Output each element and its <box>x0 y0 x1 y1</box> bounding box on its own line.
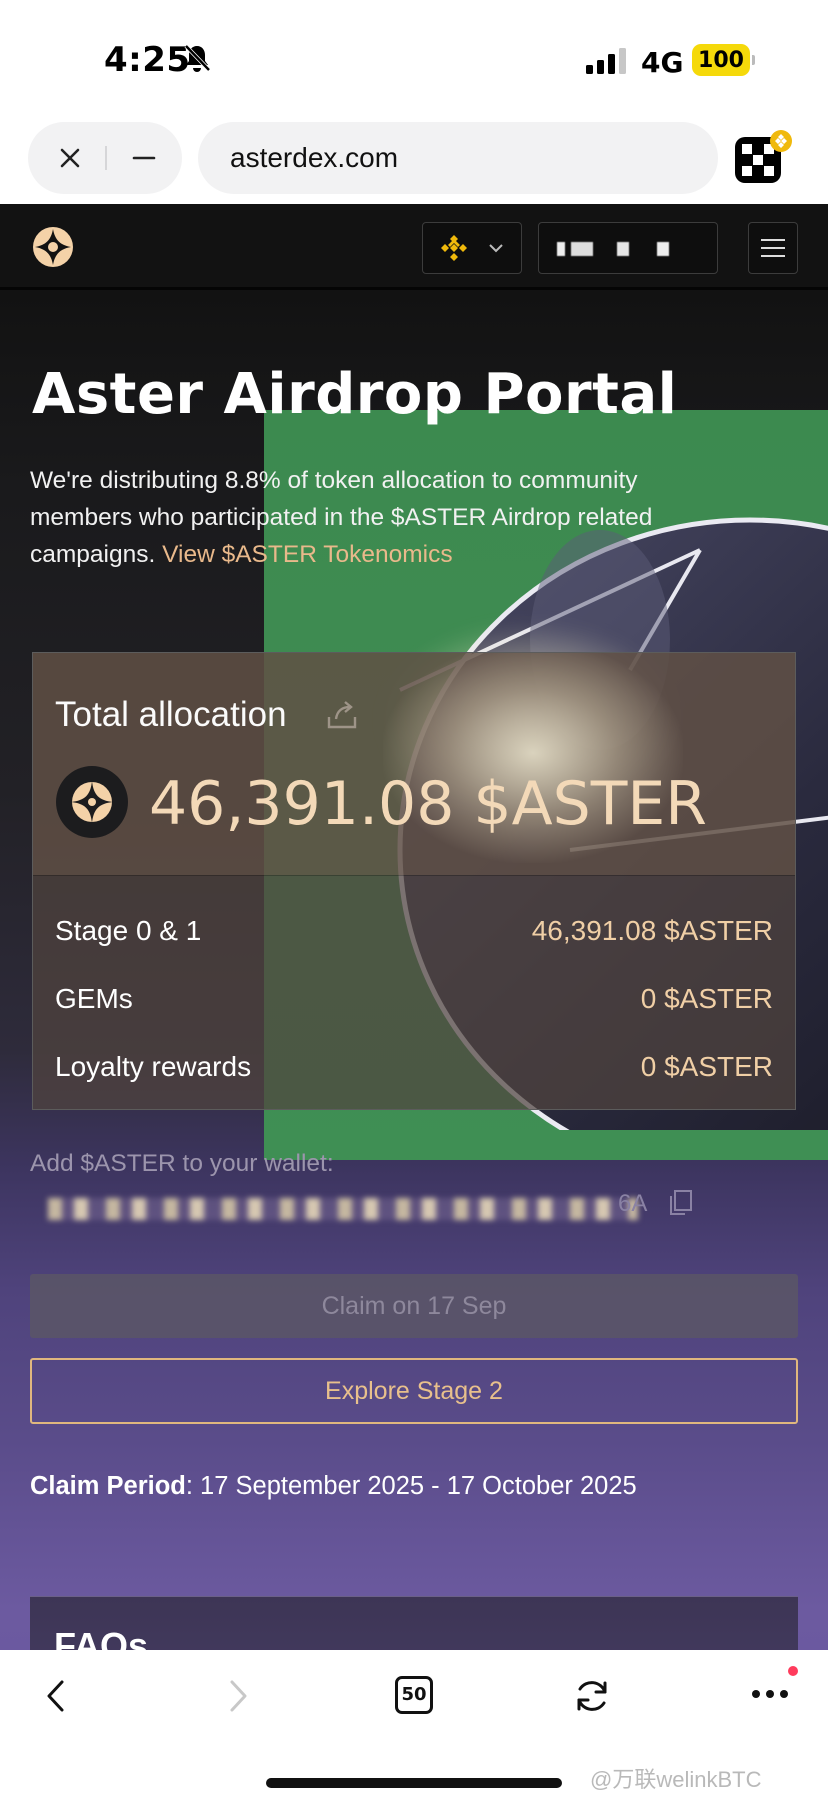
aster-token-icon <box>56 766 128 838</box>
browser-toolbar: 50 @万联welinkBTC <box>0 1650 828 1799</box>
bell-slash-icon <box>184 44 211 72</box>
contract-address-suffix: 6A <box>618 1190 648 1217</box>
add-to-wallet-label: Add $ASTER to your wallet: <box>30 1150 334 1177</box>
close-icon[interactable] <box>56 144 84 172</box>
row-value: 46,391.08 $ASTER <box>531 915 773 946</box>
browser-address-bar: asterdex.com <box>0 112 828 204</box>
signal-icon <box>586 48 626 74</box>
claim-period: Claim Period: 17 September 2025 - 17 Oct… <box>30 1472 637 1501</box>
divider <box>33 875 795 876</box>
home-indicator <box>266 1778 562 1788</box>
intro-text: We're distributing 8.8% of token allocat… <box>30 462 720 573</box>
network-label: 4G <box>641 46 684 79</box>
allocation-total: 46,391.08 $ASTER <box>149 769 707 839</box>
row-label: Stage 0 & 1 <box>55 915 202 946</box>
bnb-icon <box>441 235 467 261</box>
chevron-down-icon <box>489 244 503 253</box>
battery-level: 100 <box>698 47 744 73</box>
status-bar: 4:25 4G 100 <box>0 0 828 112</box>
allocation-row-loyalty: Loyalty rewards 0 $ASTER <box>55 1051 773 1091</box>
claim-period-dates: : 17 September 2025 - 17 October 2025 <box>185 1472 637 1500</box>
copy-icon[interactable] <box>667 1188 695 1216</box>
connected-wallet-button[interactable] <box>538 222 718 274</box>
faq-title: FAQs <box>54 1625 149 1650</box>
battery-indicator: 100 <box>692 44 755 76</box>
chain-selector[interactable] <box>422 222 522 274</box>
allocation-row-gems: GEMs 0 $ASTER <box>55 983 773 1023</box>
hamburger-icon <box>761 239 785 257</box>
contract-address-redacted <box>48 1198 638 1220</box>
explore-stage-button[interactable]: Explore Stage 2 <box>30 1358 798 1424</box>
aster-logo-icon[interactable] <box>32 226 74 268</box>
row-value: 0 $ASTER <box>640 983 773 1014</box>
claim-period-label: Claim Period <box>30 1472 186 1500</box>
claim-button[interactable]: Claim on 17 Sep <box>30 1274 798 1338</box>
wallet-address-redacted <box>553 231 693 265</box>
row-value: 0 $ASTER <box>640 1051 773 1082</box>
minimize-icon[interactable] <box>130 144 158 172</box>
window-controls <box>28 122 182 194</box>
row-label: GEMs <box>55 983 133 1014</box>
watermark: @万联welinkBTC <box>590 1767 762 1792</box>
status-time: 4:25 <box>104 40 191 80</box>
menu-button[interactable] <box>748 222 798 274</box>
tokenomics-link[interactable]: View $ASTER Tokenomics <box>162 541 453 568</box>
more-options-icon[interactable] <box>750 1688 790 1700</box>
back-arrow-icon[interactable] <box>42 1678 70 1714</box>
airdrop-page: Aster Airdrop Portal We're distributing … <box>0 290 828 1650</box>
okx-wallet-icon[interactable] <box>733 129 793 189</box>
faq-section[interactable]: FAQs <box>30 1596 798 1650</box>
url-field[interactable]: asterdex.com <box>198 122 718 194</box>
site-navbar <box>0 204 828 290</box>
contract-address-row: 6A <box>30 1188 720 1228</box>
forward-arrow-icon[interactable] <box>224 1678 252 1714</box>
allocation-card: Total allocation 46,391.08 $ASTER Stage … <box>32 652 796 1110</box>
notification-dot <box>788 1666 798 1676</box>
tabs-button[interactable]: 50 <box>395 1676 433 1714</box>
row-label: Loyalty rewards <box>55 1051 252 1082</box>
page-title: Aster Airdrop Portal <box>32 362 678 427</box>
reload-icon[interactable] <box>572 1676 612 1716</box>
share-icon[interactable] <box>325 697 359 731</box>
divider <box>105 146 107 170</box>
allocation-label: Total allocation <box>55 695 287 734</box>
allocation-row-stage: Stage 0 & 1 46,391.08 $ASTER <box>55 915 773 955</box>
